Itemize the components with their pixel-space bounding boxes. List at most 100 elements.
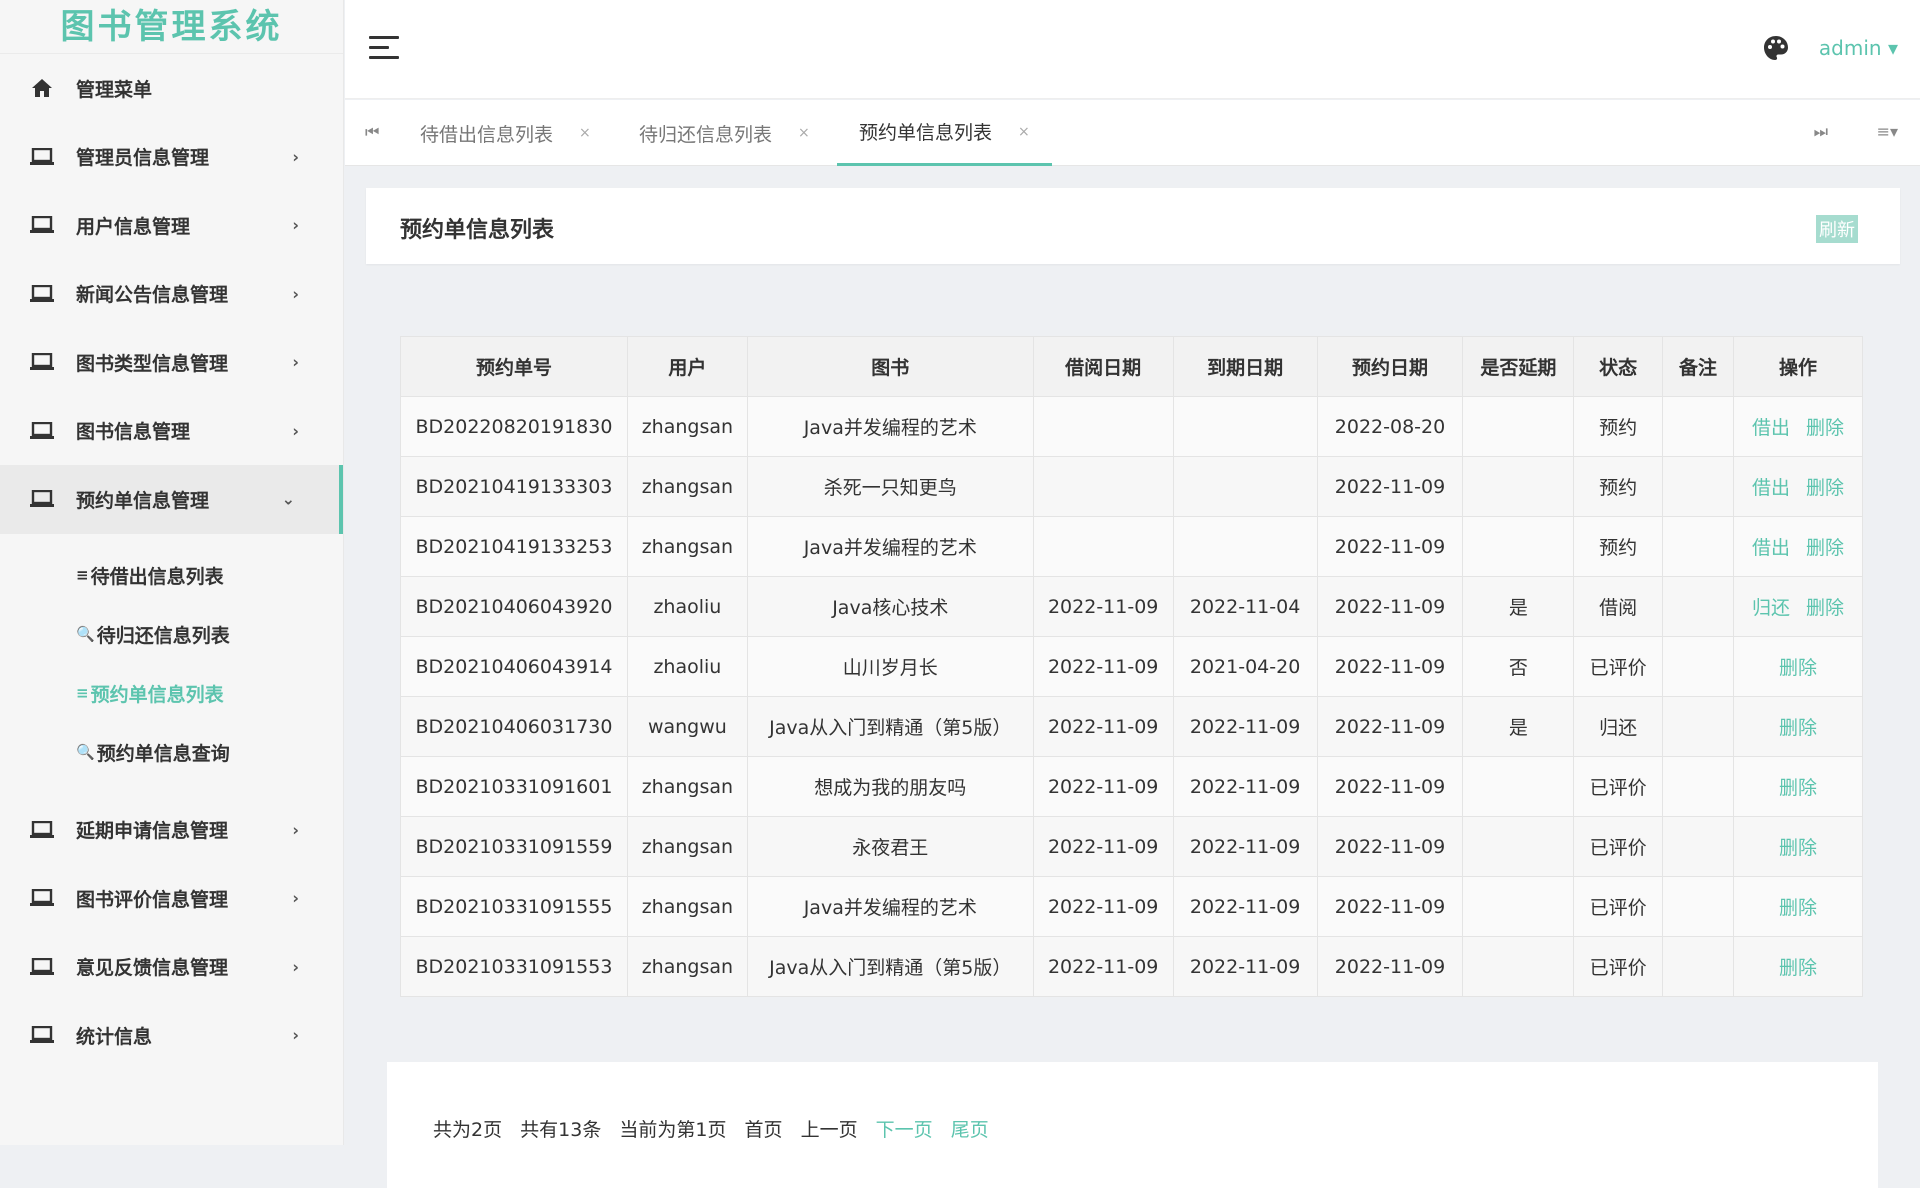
delete-link[interactable]: 删除 (1779, 897, 1817, 919)
submenu-item-pending-return[interactable]: 🔍 待归还信息列表 (0, 605, 343, 664)
cell-reserve-date: 2022-11-09 (1316, 696, 1464, 757)
sidebar-item-label: 延期申请信息管理 (76, 820, 229, 843)
cell-reserve-date: 2022-11-09 (1316, 456, 1464, 517)
delete-link[interactable]: 删除 (1806, 597, 1844, 619)
cell-book: Java并发编程的艺术 (746, 396, 1034, 457)
submenu-item-reservation-query[interactable]: 🔍 预约单信息查询 (0, 723, 343, 782)
lend-link[interactable]: 借出 (1752, 477, 1790, 499)
cell-borrow-date: 2022-11-09 (1032, 876, 1174, 937)
cell-borrow-date: 2022-11-09 (1032, 756, 1174, 817)
cell-reservation-id: BD20210406043914 (400, 636, 628, 697)
cell-borrow-date: 2022-11-09 (1032, 936, 1174, 997)
lend-link[interactable]: 借出 (1752, 537, 1790, 559)
laptop-icon (30, 818, 54, 842)
delete-link[interactable]: 删除 (1779, 777, 1817, 799)
sidebar-item-reviews[interactable]: 图书评价信息管理 › (0, 864, 343, 933)
cell-extended (1462, 516, 1575, 577)
laptop-icon (30, 886, 54, 910)
cell-reserve-date: 2022-11-09 (1316, 876, 1464, 937)
page-header-card: 预约单信息列表 刷新 (366, 188, 1900, 264)
cell-reserve-date: 2022-11-09 (1316, 816, 1464, 877)
cell-reserve-date: 2022-11-09 (1316, 576, 1464, 637)
chevron-right-icon: › (292, 421, 299, 441)
cell-actions: 删除 (1732, 876, 1864, 937)
table-row: BD20210331091601 zhangsan 想成为我的朋友吗 2022-11-… (400, 756, 1864, 817)
close-icon[interactable]: × (1018, 124, 1030, 140)
cell-reservation-id: BD20210331091553 (400, 936, 628, 997)
cell-remark (1662, 576, 1734, 637)
cell-user: zhangsan (626, 396, 748, 457)
cell-extended: 否 (1462, 636, 1575, 697)
cell-borrow-date: 2022-11-09 (1032, 816, 1174, 877)
cell-extended (1462, 816, 1575, 877)
cell-reservation-id: BD20210419133303 (400, 456, 628, 517)
tab-reservation-list[interactable]: 预约单信息列表 × (837, 100, 1052, 166)
sidebar-item-news[interactable]: 新闻公告信息管理 › (0, 260, 343, 329)
palette-icon[interactable] (1762, 34, 1790, 62)
tabs-last-icon[interactable]: ⏭ (1814, 122, 1828, 142)
laptop-icon (30, 1023, 54, 1047)
delete-link[interactable]: 删除 (1806, 477, 1844, 499)
cell-extended: 是 (1462, 696, 1575, 757)
cell-user: zhangsan (626, 876, 748, 937)
cell-book: 山川岁月长 (746, 636, 1034, 697)
submenu-item-reservation-list[interactable]: ≡ 预约单信息列表 (0, 664, 343, 723)
chevron-right-icon: › (292, 284, 299, 304)
sidebar-item-book-types[interactable]: 图书类型信息管理 › (0, 328, 343, 397)
table-row: BD20210406043914 zhaoliu 山川岁月长 2022-11-09 20… (400, 636, 1864, 697)
delete-link[interactable]: 删除 (1779, 717, 1817, 739)
cell-status: 预约 (1573, 516, 1664, 577)
cell-user: zhangsan (626, 936, 748, 997)
sidebar-item-reservations[interactable]: 预约单信息管理 ⌄ (0, 465, 343, 534)
cell-status: 预约 (1573, 396, 1664, 457)
sidebar-item-extensions[interactable]: 延期申请信息管理 › (0, 796, 343, 865)
cell-borrow-date (1032, 456, 1174, 517)
sidebar-item-books[interactable]: 图书信息管理 › (0, 397, 343, 466)
sidebar-item-users[interactable]: 用户信息管理 › (0, 191, 343, 260)
column-header: 图书 (746, 336, 1034, 397)
delete-link[interactable]: 删除 (1806, 417, 1844, 439)
delete-link[interactable]: 删除 (1779, 837, 1817, 859)
return-link[interactable]: 归还 (1752, 597, 1790, 619)
table-row: BD20220820191830 zhangsan Java并发编程的艺术 2022-… (400, 396, 1864, 457)
cell-extended (1462, 876, 1575, 937)
sidebar-item-home[interactable]: 管理菜单 (0, 54, 343, 123)
delete-link[interactable]: 删除 (1779, 957, 1817, 979)
laptop-icon (30, 955, 54, 979)
close-icon[interactable]: × (579, 125, 591, 141)
pager-last-link[interactable]: 尾页 (951, 1119, 989, 1141)
cell-borrow-date: 2022-11-09 (1032, 696, 1174, 757)
delete-link[interactable]: 删除 (1779, 657, 1817, 679)
laptop-icon (30, 145, 54, 169)
cell-due-date: 2022-11-09 (1172, 936, 1318, 997)
reservation-table: 预约单号 用户 图书 借阅日期 到期日期 预约日期 是否延期 状态 备注 操作 … (400, 336, 1864, 997)
laptop-icon (30, 213, 54, 237)
sidebar-item-statistics[interactable]: 统计信息 › (0, 1001, 343, 1070)
user-menu[interactable]: admin ▾ (1819, 36, 1898, 60)
column-header: 用户 (626, 336, 748, 397)
cell-due-date (1172, 456, 1318, 517)
cell-status: 已评价 (1573, 816, 1664, 877)
pagination: 共为2页 共有13条 当前为第1页 首页 上一页 下一页 尾页 (387, 1062, 1878, 1188)
tabs-first-icon[interactable]: ⏮ (365, 122, 379, 142)
laptop-icon (30, 282, 54, 306)
sidebar-item-feedback[interactable]: 意见反馈信息管理 › (0, 933, 343, 1002)
menu-toggle-icon[interactable] (369, 36, 399, 60)
lend-link[interactable]: 借出 (1752, 417, 1790, 439)
laptop-icon (30, 350, 54, 374)
submenu-item-pending-loan[interactable]: ≡ 待借出信息列表 (0, 546, 343, 605)
pager-first: 首页 (744, 1119, 783, 1141)
tab-pending-loan[interactable]: 待借出信息列表 × (420, 100, 591, 166)
close-icon[interactable]: × (798, 125, 810, 141)
cell-actions: 借出 删除 (1732, 516, 1864, 577)
cell-status: 已评价 (1573, 636, 1664, 697)
tab-pending-return[interactable]: 待归还信息列表 × (639, 100, 810, 166)
cell-book: Java从入门到精通（第5版） (746, 936, 1034, 997)
delete-link[interactable]: 删除 (1806, 537, 1844, 559)
pager-next-link[interactable]: 下一页 (876, 1119, 933, 1141)
cell-actions: 删除 (1732, 936, 1864, 997)
refresh-button[interactable]: 刷新 (1816, 215, 1858, 243)
cell-status: 借阅 (1573, 576, 1664, 637)
tabs-menu-icon[interactable]: ≡▾ (1877, 122, 1898, 141)
sidebar-item-admin[interactable]: 管理员信息管理 › (0, 123, 343, 192)
